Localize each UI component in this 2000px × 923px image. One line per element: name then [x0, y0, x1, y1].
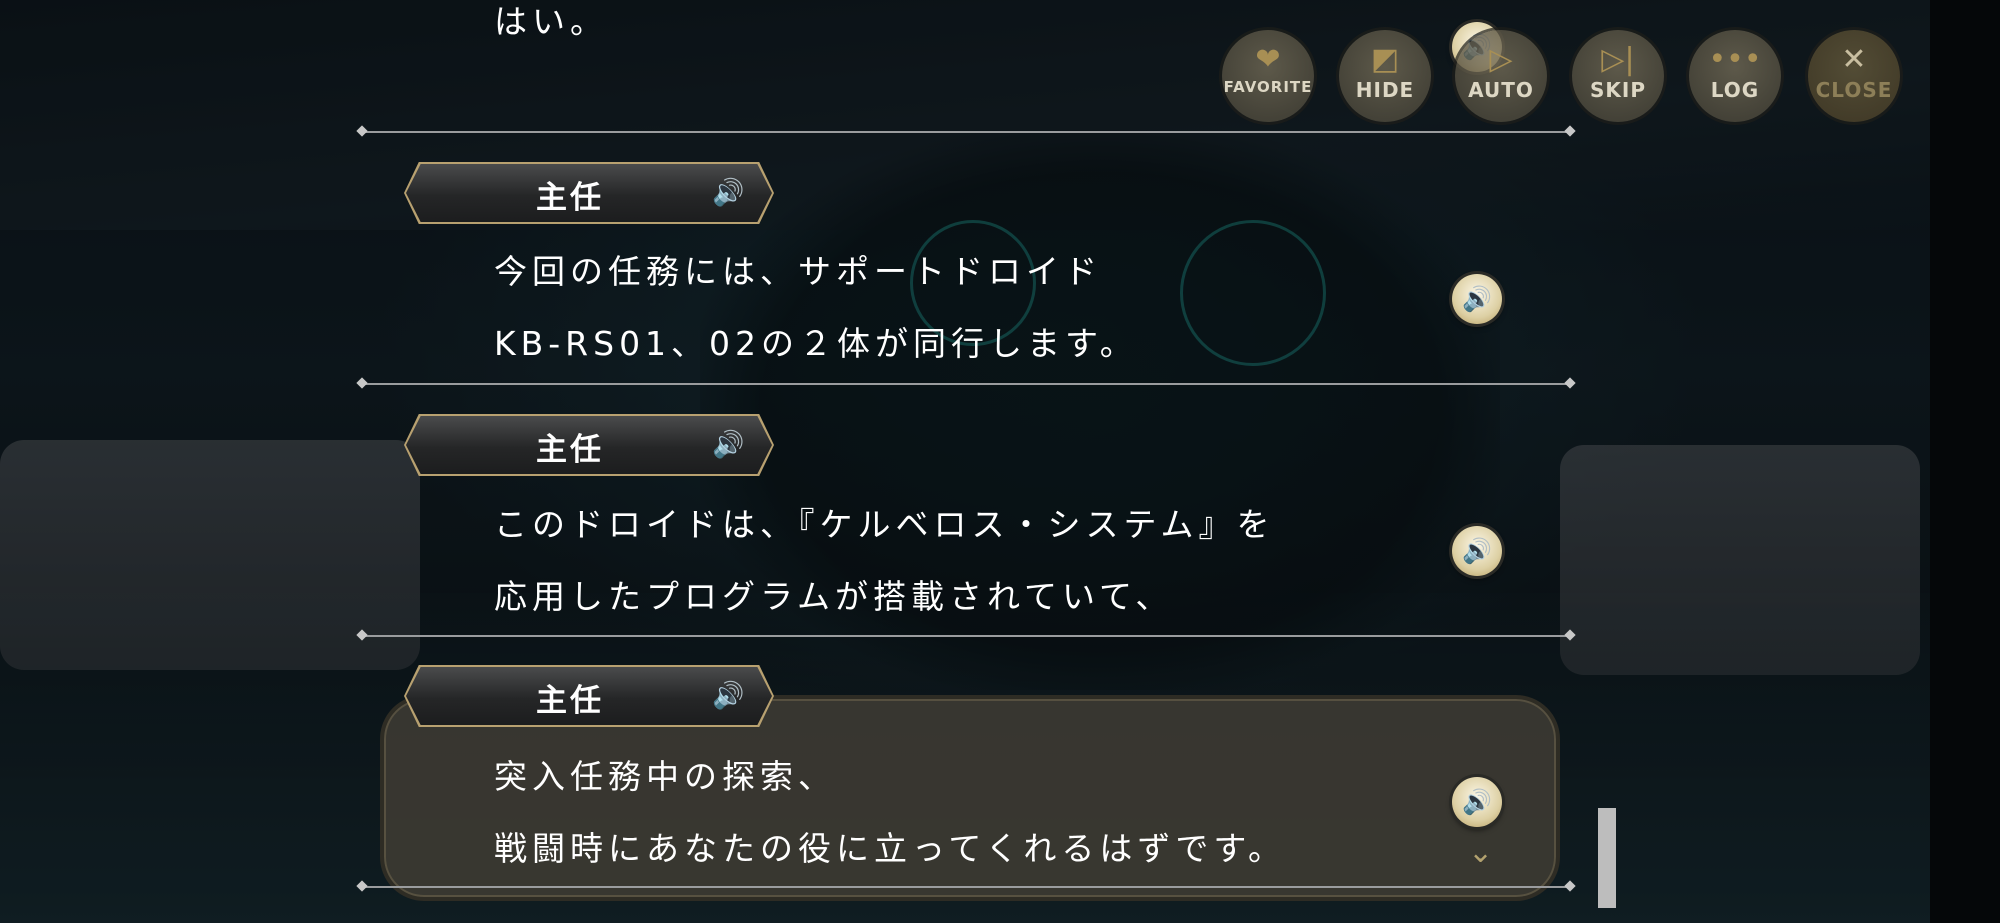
speaker-name: 主任: [536, 432, 604, 468]
favorite-button[interactable]: ❤ FAVORITE: [1222, 30, 1314, 122]
log-label: LOG: [1710, 78, 1760, 102]
log-line: 応用したプログラムが搭載されていて、: [494, 577, 1174, 616]
voice-replay-button[interactable]: 🔊: [1452, 274, 1502, 324]
log-line: 突入任務中の探索、: [494, 757, 836, 796]
heart-icon: ❤: [1255, 42, 1281, 77]
speaker-icon: 🔊: [1462, 788, 1492, 816]
speaker-icon: 🔊: [1462, 285, 1492, 313]
close-button[interactable]: ✕ CLOSE: [1808, 30, 1900, 122]
log-scrollbar-thumb[interactable]: [1598, 808, 1616, 908]
log-entry-text: はい。: [494, 0, 608, 58]
speaker-name: 主任: [536, 180, 604, 216]
voice-replay-button[interactable]: 🔊: [1452, 526, 1502, 576]
auto-play-icon: ▷: [1489, 42, 1513, 77]
hide-label: HIDE: [1355, 78, 1415, 102]
voice-replay-button[interactable]: 🔊: [1452, 777, 1502, 827]
speaker-icon: 🔊: [712, 430, 745, 460]
skip-button[interactable]: ▷| SKIP: [1572, 30, 1664, 122]
speaker-plate: 主任 🔊: [406, 667, 772, 725]
log-separator: [362, 383, 1570, 385]
log-line: KB-RS01、02の２体が同行します。: [494, 324, 1138, 363]
favorite-label: FAVORITE: [1223, 78, 1313, 96]
eye-slash-icon: ◩: [1370, 42, 1400, 77]
chevron-down-icon: ⌄: [1468, 835, 1494, 870]
dialogue-log: はい。 🔊 主任 🔊 今回の任務には、サポートドロイド KB-RS01、02の２…: [0, 0, 2000, 923]
log-entry-text: 今回の任務には、サポートドロイド KB-RS01、02の２体が同行します。: [494, 236, 1138, 380]
auto-label: AUTO: [1468, 78, 1534, 102]
log-entry-text: 突入任務中の探索、 戦闘時にあなたの役に立ってくれるはずです。: [494, 741, 1286, 885]
log-line: このドロイドは、『ケルベロス・システム』を: [494, 505, 1275, 544]
speaker-plate: 主任 🔊: [406, 164, 772, 222]
log-line: 今回の任務には、サポートドロイド: [494, 252, 1102, 291]
log-line: 戦闘時にあなたの役に立ってくれるはずです。: [494, 829, 1287, 868]
log-separator: [362, 886, 1570, 888]
close-label: CLOSE: [1815, 78, 1893, 102]
log-entry-text: このドロイドは、『ケルベロス・システム』を 応用したプログラムが搭載されていて、: [494, 489, 1275, 633]
log-separator: [362, 131, 1570, 133]
speaker-icon: 🔊: [1462, 537, 1492, 565]
chat-log-icon: •••: [1708, 42, 1762, 77]
log-separator: [362, 635, 1570, 637]
log-line: はい。: [494, 2, 608, 41]
auto-button[interactable]: ▷ AUTO: [1455, 30, 1547, 122]
speaker-icon: 🔊: [712, 681, 745, 711]
log-button[interactable]: ••• LOG: [1689, 30, 1781, 122]
skip-icon: ▷|: [1601, 42, 1635, 77]
close-icon: ✕: [1841, 42, 1867, 77]
skip-label: SKIP: [1589, 78, 1646, 102]
speaker-icon: 🔊: [712, 178, 745, 208]
speaker-plate: 主任 🔊: [406, 416, 772, 474]
hide-button[interactable]: ◩ HIDE: [1339, 30, 1431, 122]
speaker-name: 主任: [536, 683, 604, 719]
